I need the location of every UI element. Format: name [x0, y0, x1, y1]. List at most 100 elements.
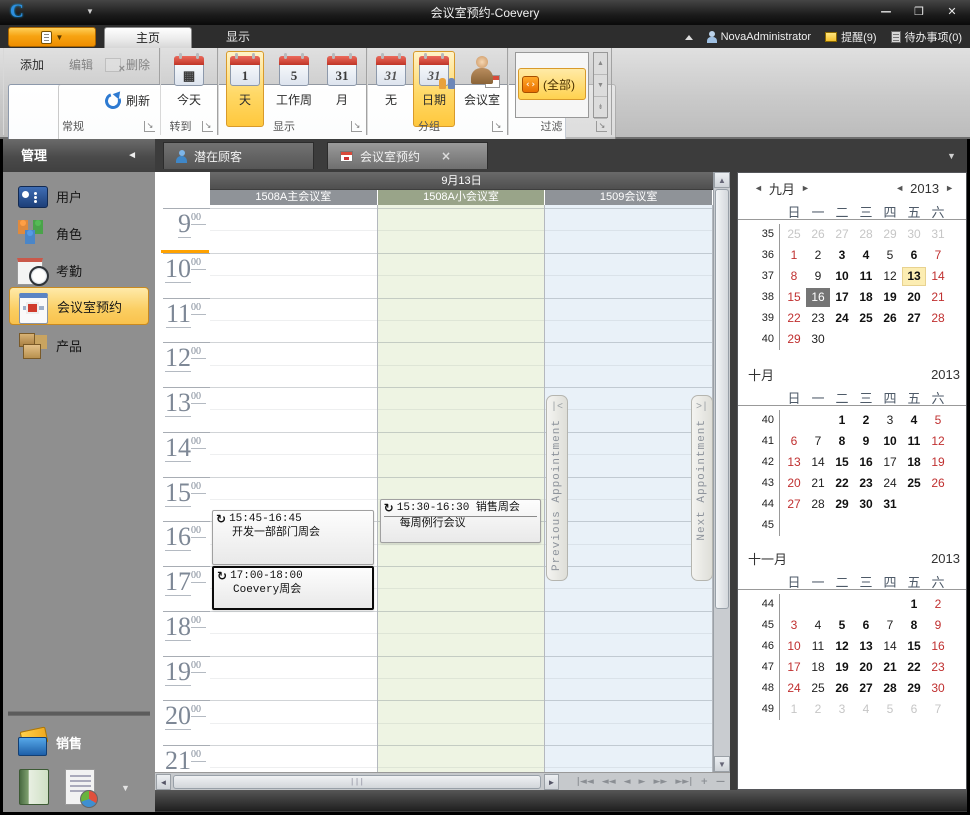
day-cell[interactable]: 27 — [782, 495, 806, 514]
day-cell[interactable]: 2 — [854, 411, 878, 430]
sidebar-item-attendance[interactable]: 考勤 — [9, 252, 149, 288]
scroll-up-icon[interactable]: ▲ — [714, 172, 730, 188]
day-cell[interactable]: 10 — [878, 432, 902, 451]
day-cell[interactable]: 11 — [806, 637, 830, 656]
appointment[interactable]: ↻17:00-18:00Coevery周会 — [212, 566, 374, 610]
day-cell[interactable]: 12 — [830, 637, 854, 656]
refresh-button[interactable]: 刷新 — [105, 92, 150, 109]
scheduler-nav-button[interactable]: |◄◄ — [574, 774, 597, 790]
previous-year-icon[interactable]: ◄ — [889, 183, 910, 193]
sidebar-item-meeting-room[interactable]: 会议室预约 — [9, 287, 149, 325]
gallery-down-icon[interactable]: ▼ — [594, 75, 607, 97]
day-cell[interactable]: 24 — [830, 309, 854, 328]
day-cell[interactable]: 16 — [806, 288, 830, 307]
scheduler-nav-button[interactable]: ►► — [650, 774, 670, 790]
day-cell[interactable]: 25 — [806, 679, 830, 698]
day-cell[interactable]: 19 — [830, 658, 854, 677]
previous-appointment-tab[interactable]: |< Previous Appointment — [546, 395, 568, 581]
day-cell[interactable]: 17 — [830, 288, 854, 307]
scheduler-grid[interactable]: 9001000110012001300140015001600170018001… — [155, 205, 713, 772]
day-cell[interactable]: 24 — [878, 474, 902, 493]
day-cell[interactable]: 21 — [926, 288, 950, 307]
scheduler-nav-button[interactable]: + — [697, 774, 711, 790]
day-cell[interactable]: 1 — [902, 595, 926, 614]
day-cell[interactable]: 3 — [830, 246, 854, 265]
day-cell[interactable]: 26 — [830, 679, 854, 698]
scroll-right-icon[interactable]: ► — [544, 774, 559, 790]
horizontal-scrollbar[interactable]: ◄ ||| ► |◄◄◄◄◄►►►►►|+— — [155, 772, 730, 790]
day-cell[interactable]: 6 — [902, 700, 926, 719]
room-column[interactable] — [545, 205, 713, 772]
minimize-button[interactable]: — — [874, 4, 898, 20]
app-menu-button[interactable]: ▼ — [8, 27, 96, 47]
day-cell[interactable]: 18 — [902, 453, 926, 472]
day-cell[interactable]: 8 — [902, 616, 926, 635]
scroll-left-icon[interactable]: ◄ — [156, 774, 171, 790]
day-cell[interactable]: 8 — [830, 432, 854, 451]
day-cell[interactable]: 30 — [806, 330, 830, 349]
day-cell[interactable]: 18 — [806, 658, 830, 677]
day-cell[interactable]: 25 — [902, 474, 926, 493]
appointment[interactable]: ↻15:30-16:30 销售周会每周例行会议 — [380, 499, 542, 543]
day-cell[interactable]: 9 — [926, 616, 950, 635]
dialog-launcher-icon[interactable]: ↘ — [202, 121, 213, 132]
day-cell[interactable]: 27 — [902, 309, 926, 328]
day-cell[interactable]: 28 — [878, 679, 902, 698]
day-cell[interactable]: 26 — [806, 225, 830, 244]
scheduler-nav-button[interactable]: ◄ — [621, 774, 634, 790]
day-cell[interactable]: 30 — [854, 495, 878, 514]
day-cell[interactable]: 3 — [878, 411, 902, 430]
day-cell[interactable]: 13 — [854, 637, 878, 656]
day-cell[interactable]: 5 — [830, 616, 854, 635]
day-cell[interactable]: 7 — [806, 432, 830, 451]
sidebar-item-roles[interactable]: 角色 — [9, 215, 149, 251]
day-cell[interactable]: 22 — [902, 658, 926, 677]
day-cell[interactable]: 29 — [830, 495, 854, 514]
day-cell[interactable]: 16 — [926, 637, 950, 656]
workweek-view-button[interactable]: 5 工作周 — [268, 51, 320, 127]
sidebar-item-sales[interactable]: 销售 — [9, 724, 149, 760]
day-cell[interactable]: 1 — [782, 246, 806, 265]
gallery-expand-icon[interactable]: ⇟ — [594, 97, 607, 119]
scheduler-nav-button[interactable]: ◄◄ — [599, 774, 619, 790]
day-cell[interactable]: 19 — [926, 453, 950, 472]
next-appointment-tab[interactable]: >| Next Appointment — [691, 395, 713, 581]
day-cell[interactable]: 11 — [854, 267, 878, 286]
sidebar-item-users[interactable]: 用户 — [9, 178, 149, 214]
day-cell[interactable]: 12 — [878, 267, 902, 286]
scheduler-nav-button[interactable]: ►►| — [672, 774, 695, 790]
add-button[interactable]: + 添加 — [8, 51, 56, 127]
day-cell[interactable]: 14 — [926, 267, 950, 286]
day-cell[interactable]: 2 — [806, 246, 830, 265]
close-button[interactable]: ✕ — [940, 4, 964, 20]
day-cell[interactable]: 15 — [830, 453, 854, 472]
day-cell[interactable]: 29 — [782, 330, 806, 349]
tab-list-dropdown-icon[interactable]: ▼ — [947, 151, 956, 161]
day-cell[interactable]: 25 — [782, 225, 806, 244]
day-cell[interactable]: 31 — [878, 495, 902, 514]
ribbon-tab-display[interactable]: 显示 — [196, 27, 280, 48]
day-cell[interactable]: 24 — [782, 679, 806, 698]
day-cell[interactable]: 4 — [902, 411, 926, 430]
day-cell[interactable]: 10 — [782, 637, 806, 656]
maximize-button[interactable]: ❒ — [907, 4, 931, 20]
day-cell[interactable]: 20 — [902, 288, 926, 307]
day-cell[interactable]: 23 — [926, 658, 950, 677]
day-cell[interactable]: 5 — [878, 700, 902, 719]
report-icon[interactable] — [65, 769, 95, 805]
vertical-scrollbar[interactable]: ▲ ▼ — [713, 172, 730, 772]
day-cell[interactable]: 29 — [902, 679, 926, 698]
day-cell[interactable]: 7 — [926, 246, 950, 265]
day-cell[interactable]: 11 — [902, 432, 926, 451]
day-cell[interactable]: 1 — [830, 411, 854, 430]
day-cell[interactable]: 30 — [926, 679, 950, 698]
vertical-scrollbar-thumb[interactable] — [715, 189, 729, 609]
doc-tab-meeting-room[interactable]: 会议室预约 × — [327, 142, 488, 169]
day-cell[interactable]: 3 — [830, 700, 854, 719]
day-cell[interactable]: 4 — [806, 616, 830, 635]
day-cell[interactable]: 31 — [926, 225, 950, 244]
day-cell[interactable]: 6 — [782, 432, 806, 451]
day-cell[interactable]: 15 — [782, 288, 806, 307]
day-cell[interactable]: 4 — [854, 246, 878, 265]
reminders-button[interactable]: 提醒(9) — [825, 29, 876, 45]
